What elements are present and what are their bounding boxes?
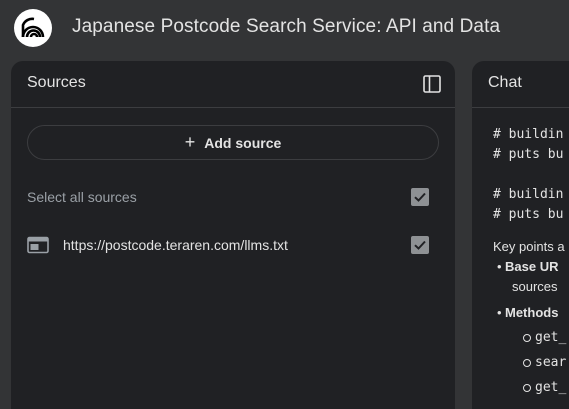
sources-panel: Sources + Add source Select all sources bbox=[11, 61, 455, 409]
collapse-panel-icon[interactable] bbox=[422, 74, 442, 94]
select-all-row[interactable]: Select all sources bbox=[27, 185, 439, 209]
chat-title: Chat bbox=[488, 74, 522, 91]
chat-panel: Chat # buildin # puts bu # buildin # put… bbox=[472, 61, 569, 409]
code-line: # buildin bbox=[493, 127, 564, 142]
bullet-item: Methods bbox=[493, 303, 569, 323]
source-checkbox[interactable] bbox=[411, 236, 429, 254]
source-item[interactable]: https://postcode.teraren.com/llms.txt bbox=[27, 233, 439, 257]
select-all-checkbox[interactable] bbox=[411, 188, 429, 206]
bullet-item: Base UR bbox=[493, 257, 569, 277]
sources-title: Sources bbox=[27, 74, 86, 91]
code-line: # puts bu bbox=[493, 147, 564, 162]
sources-header: Sources bbox=[11, 61, 455, 108]
select-all-label: Select all sources bbox=[27, 189, 137, 205]
add-source-button[interactable]: + Add source bbox=[27, 125, 439, 160]
notebook-title[interactable]: Japanese Postcode Search Service: API an… bbox=[72, 16, 500, 38]
key-points-text: Key points a bbox=[493, 239, 565, 254]
add-source-label: Add source bbox=[204, 134, 282, 151]
bullet-bold: Base UR bbox=[505, 259, 559, 274]
notebooklm-logo-icon[interactable] bbox=[14, 9, 52, 47]
sub-bullet-item: sear bbox=[493, 350, 569, 375]
web-source-icon bbox=[27, 236, 49, 254]
sub-bullet-item: get_ bbox=[493, 375, 569, 400]
bullet-bold: Methods bbox=[505, 305, 559, 320]
chat-message: # buildin # puts bu # buildin # puts bu … bbox=[493, 125, 569, 400]
source-label[interactable]: https://postcode.teraren.com/llms.txt bbox=[63, 237, 288, 253]
bullet-continuation: sources bbox=[512, 279, 558, 294]
code-line: # buildin bbox=[493, 187, 564, 202]
check-icon bbox=[414, 240, 426, 250]
check-icon bbox=[414, 192, 426, 202]
plus-icon: + bbox=[184, 131, 196, 152]
chat-header: Chat bbox=[472, 61, 569, 108]
sub-bullet-item: get_ bbox=[493, 325, 569, 350]
top-bar: Japanese Postcode Search Service: API an… bbox=[0, 0, 569, 56]
code-line: # puts bu bbox=[493, 207, 564, 222]
